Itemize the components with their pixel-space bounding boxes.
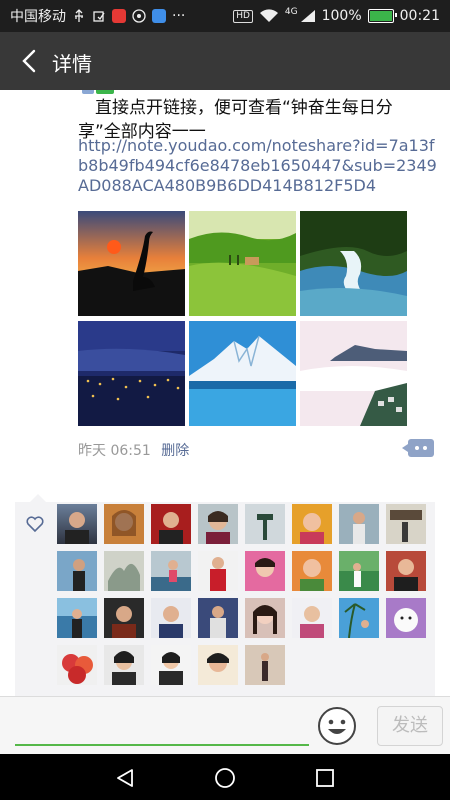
liker-avatar[interactable] (245, 598, 285, 638)
sync-icon (132, 9, 146, 23)
more-notifications-icon: ··· (172, 8, 186, 24)
avatar-fragment (82, 90, 94, 94)
home-circle-icon[interactable] (214, 767, 236, 789)
post-meta: 昨天 06:51 删除 (78, 440, 189, 460)
heart-icon (26, 516, 44, 533)
liker-avatar[interactable] (151, 598, 191, 638)
back-arrow-icon[interactable] (14, 45, 46, 77)
liker-avatar[interactable] (198, 551, 238, 591)
recents-square-icon[interactable] (314, 767, 336, 789)
liker-avatar[interactable] (57, 645, 97, 685)
clock: 00:21 (399, 8, 440, 24)
comment-button[interactable] (402, 439, 434, 457)
liker-avatar[interactable] (151, 645, 191, 685)
photo-green-hills[interactable] (189, 211, 296, 316)
liker-avatar[interactable] (57, 598, 97, 638)
moment-detail: 直接点开链接，便可查看“钟奋生每日分享”全部内容一一 http://note.y… (0, 90, 450, 696)
post-link[interactable]: http://note.youdao.com/noteshare?id=7a13… (78, 136, 438, 196)
liker-avatar[interactable] (292, 551, 332, 591)
liker-avatar[interactable] (57, 551, 97, 591)
video-app-icon (112, 9, 126, 23)
app-icon (152, 9, 166, 23)
carrier-label: 中国移动 (10, 9, 66, 25)
liker-avatar[interactable] (245, 645, 285, 685)
liker-avatar[interactable] (339, 504, 379, 544)
liker-avatar[interactable] (386, 598, 426, 638)
emoji-icon[interactable] (317, 706, 357, 746)
battery-icon (367, 9, 397, 23)
liker-avatar[interactable] (245, 504, 285, 544)
liker-avatar[interactable] (198, 645, 238, 685)
avatar-fragment (96, 90, 114, 94)
status-bar: 中国移动 ··· HD 4G 100% 00:21 (0, 0, 450, 32)
delete-link[interactable]: 删除 (161, 443, 189, 459)
photo-city-night-bay[interactable] (78, 321, 185, 426)
liker-avatar[interactable] (57, 504, 97, 544)
notification-icon (93, 11, 105, 22)
photo-sea-of-clouds[interactable] (300, 321, 407, 426)
liker-avatar[interactable] (339, 551, 379, 591)
wifi-icon (259, 9, 278, 22)
liker-avatar[interactable] (386, 551, 426, 591)
liker-avatar[interactable] (245, 551, 285, 591)
comment-input-bar: 发送 (0, 696, 450, 755)
liker-avatar[interactable] (386, 504, 426, 544)
usb-icon (75, 9, 83, 22)
photo-sunset-crane[interactable] (78, 211, 185, 316)
back-triangle-icon[interactable] (114, 767, 136, 789)
photo-grid (78, 211, 408, 427)
liker-avatar[interactable] (292, 504, 332, 544)
page-title: 详情 (52, 52, 92, 76)
photo-snow-mountain[interactable] (189, 321, 296, 426)
comment-input[interactable] (15, 744, 309, 746)
liker-avatar[interactable] (104, 598, 144, 638)
hd-badge: HD (233, 9, 253, 23)
title-bar: 详情 (0, 32, 450, 90)
photo-waterfall[interactable] (300, 211, 407, 316)
signal-icon (300, 10, 315, 22)
liker-avatar[interactable] (104, 504, 144, 544)
battery-percent: 100% (321, 8, 362, 24)
liker-avatar[interactable] (104, 645, 144, 685)
liker-avatar[interactable] (339, 598, 379, 638)
network-type: 4G (284, 7, 298, 17)
system-navigation-bar (0, 754, 450, 800)
liker-avatar[interactable] (151, 551, 191, 591)
liker-avatar[interactable] (292, 598, 332, 638)
liker-avatar[interactable] (198, 598, 238, 638)
likes-panel (15, 494, 435, 696)
post-time: 昨天 06:51 (78, 443, 151, 459)
liker-avatar[interactable] (151, 504, 191, 544)
liker-avatar[interactable] (104, 551, 144, 591)
liker-avatar[interactable] (198, 504, 238, 544)
send-button[interactable]: 发送 (377, 706, 443, 746)
